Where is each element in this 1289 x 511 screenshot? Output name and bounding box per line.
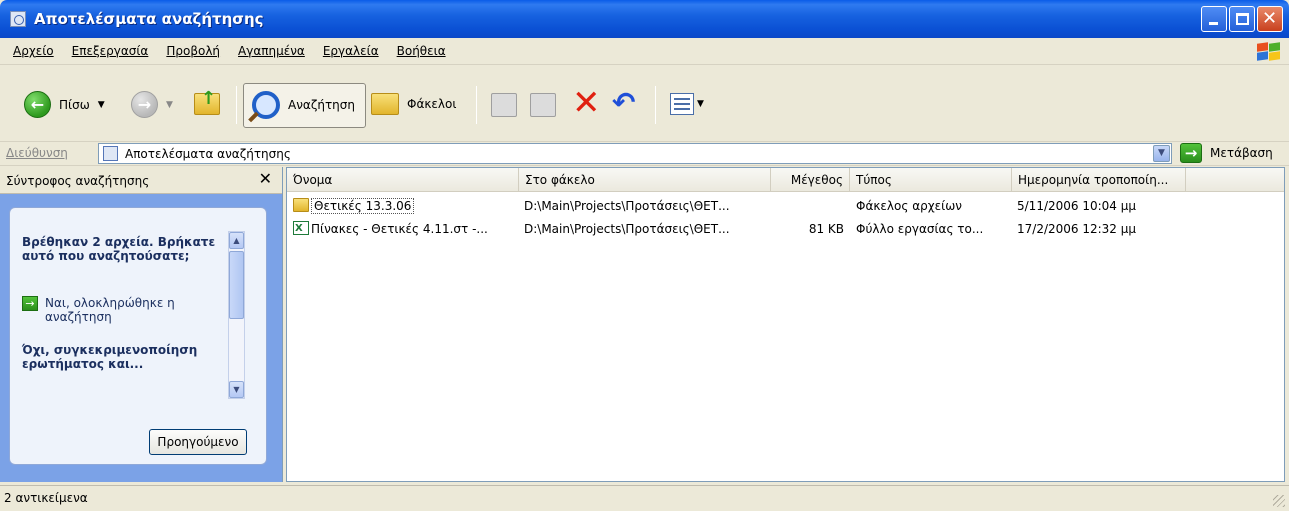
file-name: Θετικές 13.3.06 <box>311 198 415 214</box>
close-pane-icon[interactable]: ✕ <box>259 169 272 188</box>
window-title: Αποτελέσματα αναζήτησης <box>34 10 264 28</box>
table-row[interactable]: Πίνακες - Θετικές 4.11.στ -... D:\Main\P… <box>287 220 1284 239</box>
move-to-icon <box>491 93 517 117</box>
search-label: Αναζήτηση <box>288 98 355 112</box>
file-folder: D:\Main\Projects\Προτάσεις\ΘΕΤ... <box>524 199 730 213</box>
menu-edit[interactable]: Επεξεργασία <box>63 44 158 58</box>
search-button-content[interactable]: Αναζήτηση <box>252 91 355 119</box>
window-controls: ✕ <box>1201 6 1283 32</box>
views-button[interactable]: ▼ <box>670 93 704 115</box>
column-size[interactable]: Μέγεθος <box>771 168 850 192</box>
toolbar-separator <box>476 86 477 124</box>
panel-scrollbar[interactable]: ▲ ▼ <box>228 231 245 399</box>
menu-favorites[interactable]: Αγαπημένα <box>229 44 314 58</box>
search-done-option[interactable]: → Ναι, ολοκληρώθηκε η αναζήτηση <box>22 296 225 324</box>
refine-search-option[interactable]: Όχι, συγκεκριμενοποίηση ερωτήματος και..… <box>22 343 222 371</box>
menu-view[interactable]: Προβολή <box>157 44 229 58</box>
search-results-icon <box>10 11 26 27</box>
back-arrow-icon: ← <box>24 91 51 118</box>
file-modified: 17/2/2006 12:32 μμ <box>1017 222 1137 236</box>
search-companion-header: Σύντροφος αναζήτησης ✕ <box>0 167 282 194</box>
go-button[interactable]: → Μετάβαση <box>1180 143 1273 163</box>
table-row[interactable]: Θετικές 13.3.06 D:\Main\Projects\Προτάσε… <box>287 197 1284 216</box>
move-to-button[interactable] <box>491 93 517 117</box>
file-modified: 5/11/2006 10:04 μμ <box>1017 199 1137 213</box>
windows-logo-icon <box>1251 41 1281 62</box>
address-value: Αποτελέσματα αναζήτησης <box>125 146 291 161</box>
menu-tools[interactable]: Εργαλεία <box>314 44 388 58</box>
views-dropdown-icon[interactable]: ▼ <box>697 99 704 109</box>
forward-button[interactable]: → ▼ <box>131 91 173 118</box>
column-type[interactable]: Τύπος <box>850 168 1012 192</box>
address-dropdown-icon[interactable]: ▼ <box>1153 145 1170 162</box>
scroll-down-icon[interactable]: ▼ <box>229 381 244 398</box>
excel-file-icon <box>293 220 309 238</box>
address-bar: Διεύθυνση Αποτελέσματα αναζήτησης ▼ → Με… <box>0 142 1289 166</box>
column-name[interactable]: Όνομα <box>287 168 519 192</box>
delete-icon: ✕ <box>572 83 601 123</box>
title-bar: Αποτελέσματα αναζήτησης ✕ <box>0 0 1289 38</box>
list-header: Όνομα Στο φάκελο Μέγεθος Τύπος Ημερομηνί… <box>287 168 1284 192</box>
column-modified[interactable]: Ημερομηνία τροποποίη... <box>1012 168 1186 192</box>
search-icon <box>252 91 280 119</box>
search-results-icon <box>103 146 118 161</box>
back-dropdown-icon[interactable]: ▼ <box>98 100 105 110</box>
resize-grip-icon[interactable] <box>1273 495 1285 507</box>
maximize-button[interactable] <box>1229 6 1255 32</box>
delete-button[interactable]: ✕ <box>572 83 601 123</box>
file-name: Πίνακες - Θετικές 4.11.στ -... <box>311 222 488 236</box>
menu-file[interactable]: Αρχείο <box>4 44 63 58</box>
scroll-up-icon[interactable]: ▲ <box>229 232 244 249</box>
toolbar-separator <box>655 86 656 124</box>
search-companion-pane: Σύντροφος αναζήτησης ✕ Βρέθηκαν 2 αρχεία… <box>0 167 283 482</box>
file-size: 81 KB <box>808 222 844 236</box>
folders-icon <box>371 93 399 115</box>
close-button[interactable]: ✕ <box>1257 6 1283 32</box>
search-companion-panel: Βρέθηκαν 2 αρχεία. Βρήκατε αυτό που αναζ… <box>9 207 267 465</box>
address-label: Διεύθυνση <box>6 146 68 160</box>
back-label: Πίσω <box>59 97 90 112</box>
scroll-thumb[interactable] <box>229 251 244 319</box>
file-type: Φύλλο εργασίας το... <box>856 222 984 236</box>
results-found-text: Βρέθηκαν 2 αρχεία. Βρήκατε αυτό που αναζ… <box>22 235 216 263</box>
file-list: Όνομα Στο φάκελο Μέγεθος Τύπος Ημερομηνί… <box>286 167 1285 482</box>
status-text: 2 αντικείμενα <box>4 491 88 505</box>
status-bar: 2 αντικείμενα <box>0 485 1289 511</box>
up-folder-button[interactable] <box>194 88 220 115</box>
previous-button[interactable]: Προηγούμενο <box>149 429 247 455</box>
undo-icon: ↶ <box>612 86 636 119</box>
copy-to-button[interactable] <box>530 93 556 117</box>
copy-to-icon <box>530 93 556 117</box>
search-companion-title: Σύντροφος αναζήτησης <box>6 174 150 188</box>
minimize-button[interactable] <box>1201 6 1227 32</box>
undo-button[interactable]: ↶ <box>612 89 635 117</box>
search-done-label: Ναι, ολοκληρώθηκε η αναζήτηση <box>45 296 175 324</box>
folder-up-icon <box>194 88 220 115</box>
arrow-right-icon: → <box>22 296 38 311</box>
go-label: Μετάβαση <box>1210 146 1273 160</box>
forward-dropdown-icon[interactable]: ▼ <box>166 100 173 110</box>
column-folder[interactable]: Στο φάκελο <box>519 168 771 192</box>
file-folder: D:\Main\Projects\Προτάσεις\ΘΕΤ... <box>524 222 730 236</box>
folder-icon <box>293 198 309 212</box>
file-type: Φάκελος αρχείων <box>856 199 962 213</box>
go-arrow-icon: → <box>1180 143 1202 163</box>
forward-arrow-icon: → <box>131 91 158 118</box>
folders-button[interactable]: Φάκελοι <box>371 93 456 115</box>
menu-help[interactable]: Βοήθεια <box>388 44 455 58</box>
folders-label: Φάκελοι <box>407 97 457 111</box>
address-input[interactable]: Αποτελέσματα αναζήτησης ▼ <box>98 143 1172 164</box>
toolbar-separator <box>236 86 237 124</box>
views-icon <box>670 93 694 115</box>
menu-bar: Αρχείο Επεξεργασία Προβολή Αγαπημένα Εργ… <box>0 38 1289 65</box>
back-button[interactable]: ← Πίσω ▼ <box>24 91 105 118</box>
file-size <box>771 197 844 216</box>
